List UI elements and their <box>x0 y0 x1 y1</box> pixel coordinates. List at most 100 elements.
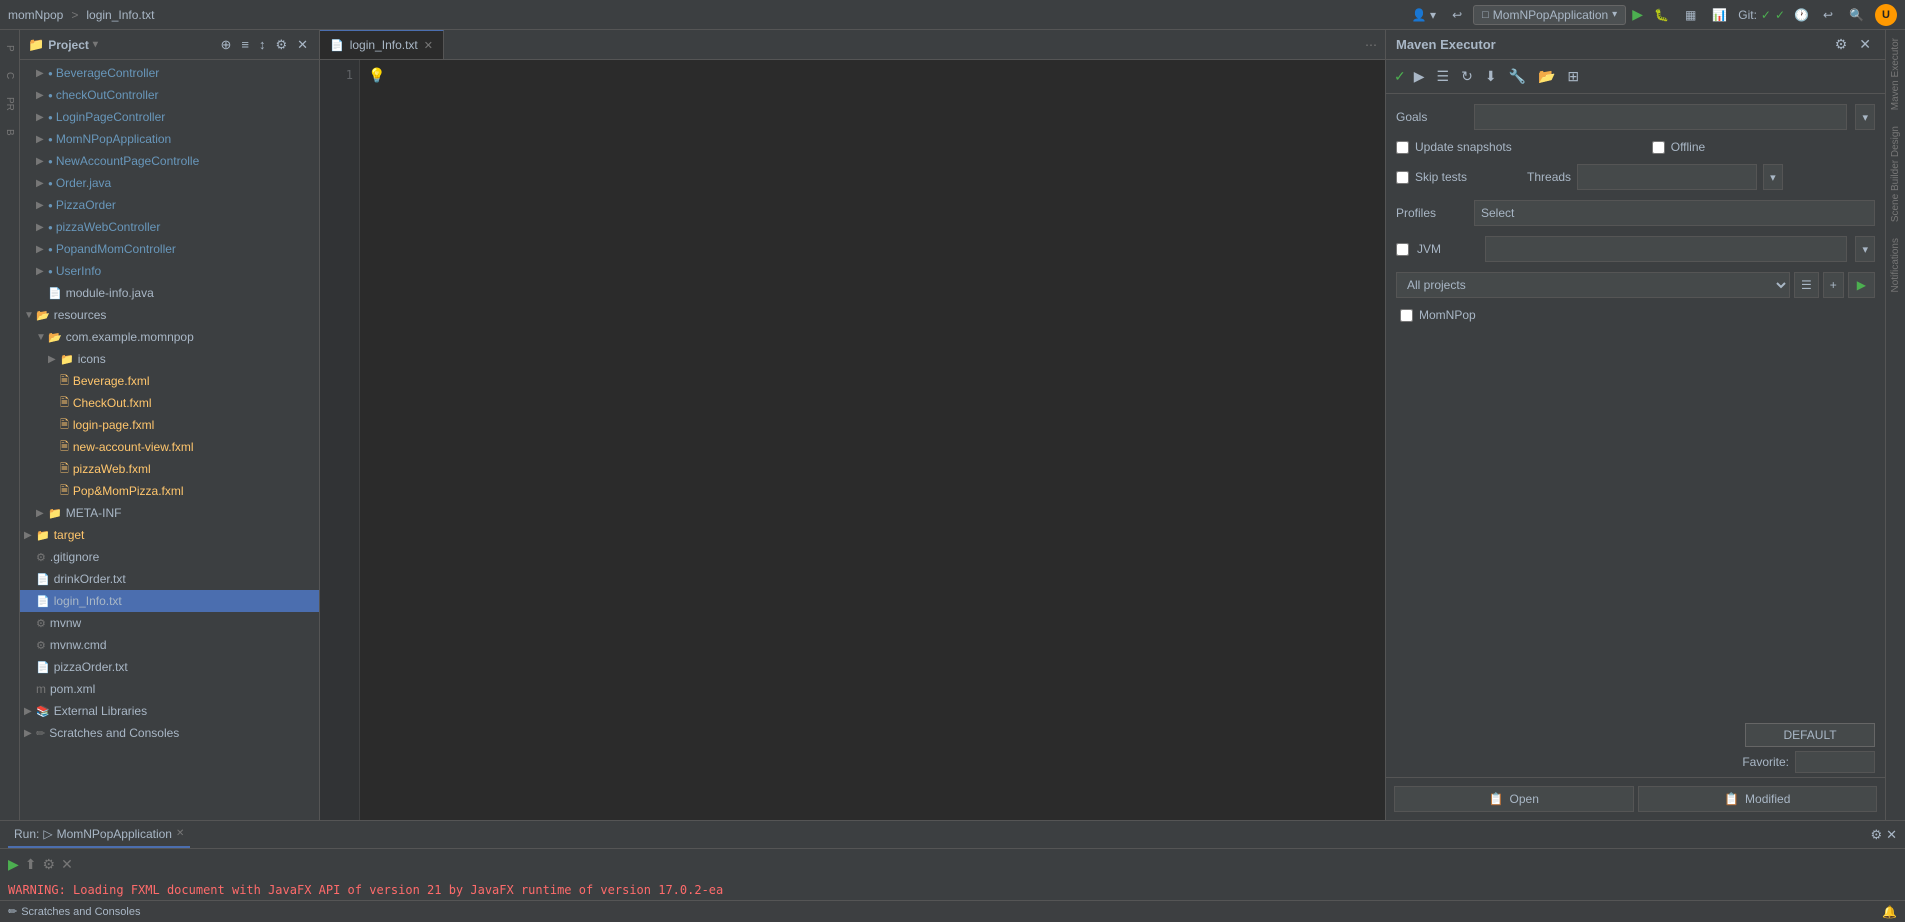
tree-item-pomxml[interactable]: m pom.xml <box>20 678 319 700</box>
tree-item-momnpopapp[interactable]: ▶ ● MomNPopApplication <box>20 128 319 150</box>
run-tab[interactable]: Run: ▷ MomNPopApplication ✕ <box>8 821 190 848</box>
bottom-close-btn[interactable]: ✕ <box>1886 827 1897 843</box>
maven-close-btn[interactable]: ✕ <box>1855 34 1875 55</box>
goals-dropdown-btn[interactable]: ▾ <box>1855 104 1875 130</box>
close-tab-btn[interactable]: ✕ <box>424 39 433 52</box>
tree-item-drinkorder[interactable]: 📄 drinkOrder.txt <box>20 568 319 590</box>
tree-item-pizzaweb[interactable]: ▶ ● pizzaWebController <box>20 216 319 238</box>
favorite-input[interactable] <box>1795 751 1875 773</box>
maven-download-btn[interactable]: ⬇ <box>1481 66 1501 87</box>
tree-item-icons[interactable]: ▶ 📁 icons <box>20 348 319 370</box>
status-file-icon-item: 🔔 <box>1882 905 1897 919</box>
git-clock-btn[interactable]: 🕐 <box>1789 6 1814 24</box>
run-tab-close[interactable]: ✕ <box>176 828 184 839</box>
open-btn[interactable]: 📋 Open <box>1394 786 1634 812</box>
default-btn[interactable]: DEFAULT <box>1745 723 1875 747</box>
tree-item-mvnw[interactable]: ⚙ mvnw <box>20 612 319 634</box>
jvm-dropdown-btn[interactable]: ▾ <box>1855 236 1875 262</box>
tree-item-logininfo[interactable]: 📄 login_Info.txt <box>20 590 319 612</box>
tree-item-popmom-fxml[interactable]: 🗎 Pop&MomPizza.fxml <box>20 480 319 502</box>
tree-item-extlibs[interactable]: ▶ 📚 External Libraries <box>20 700 319 722</box>
left-icon-pullreq[interactable]: PR <box>1 90 19 118</box>
tree-item-popandmom[interactable]: ▶ ● PopandMomController <box>20 238 319 260</box>
run-stop-btn[interactable]: ⬆ <box>25 856 37 873</box>
tree-item-userinfo[interactable]: ▶ ● UserInfo <box>20 260 319 282</box>
maven-grid-btn[interactable]: ⊞ <box>1563 66 1583 87</box>
arrow-btn[interactable]: ↩ <box>1447 6 1467 24</box>
tree-item-metainf[interactable]: ▶ 📁 META-INF <box>20 502 319 524</box>
tree-item-beverage[interactable]: ▶ ● BeverageController <box>20 62 319 84</box>
avatar[interactable]: U <box>1875 4 1897 26</box>
maven-design-label[interactable]: Scene Builder Design <box>1888 118 1903 230</box>
maven-refresh-btn[interactable]: ↻ <box>1457 66 1477 87</box>
skip-tests-checkbox[interactable] <box>1396 171 1409 184</box>
tree-item-newaccount-fxml[interactable]: 🗎 new-account-view.fxml <box>20 436 319 458</box>
tree-item-comexample[interactable]: ▼ 📂 com.example.momnpop <box>20 326 319 348</box>
notifications-label[interactable]: Notifications <box>1888 230 1903 300</box>
threads-input[interactable] <box>1577 164 1757 190</box>
left-icon-bookmark[interactable]: B <box>1 118 19 146</box>
maven-wrench-btn[interactable]: 🔧 <box>1505 66 1530 87</box>
all-projects-select[interactable]: All projects <box>1396 272 1790 298</box>
tree-item-checkout-fxml[interactable]: 🗎 CheckOut.fxml <box>20 392 319 414</box>
tree-item-loginpage[interactable]: ▶ ● LoginPageController <box>20 106 319 128</box>
run-close-right-btn[interactable]: ✕ <box>61 856 73 873</box>
editor-more-btn[interactable]: ⋯ <box>1357 38 1385 52</box>
editor-tab-logininfo[interactable]: 📄 login_Info.txt ✕ <box>320 30 444 59</box>
jvm-checkbox[interactable] <box>1396 243 1409 256</box>
goals-input[interactable] <box>1474 104 1847 130</box>
git-undo-btn[interactable]: ↩ <box>1818 6 1838 24</box>
coverage-btn[interactable]: ▦ <box>1680 6 1701 24</box>
maven-lifecycle-btn[interactable]: ☰ <box>1433 66 1454 87</box>
jvm-input[interactable] <box>1485 236 1847 262</box>
maven-open-btn[interactable]: 📂 <box>1534 66 1559 87</box>
modified-btn[interactable]: 📋 Modified <box>1638 786 1878 812</box>
settings-btn[interactable]: ⚙ <box>272 36 290 54</box>
tree-item-mvnwcmd[interactable]: ⚙ mvnw.cmd <box>20 634 319 656</box>
tree-item-resources[interactable]: ▼ 📂 resources <box>20 304 319 326</box>
tree-item-checkout[interactable]: ▶ ● checkOutController <box>20 84 319 106</box>
run-button[interactable]: ▶ <box>1632 6 1643 23</box>
tree-item-pizzaweb-fxml[interactable]: 🗎 pizzaWeb.fxml <box>20 458 319 480</box>
left-icon-commit[interactable]: C <box>1 62 19 90</box>
tree-item-gitignore[interactable]: ⚙ .gitignore <box>20 546 319 568</box>
profiles-select[interactable]: Select <box>1474 200 1875 226</box>
sort-btn[interactable]: ↕ <box>256 36 269 54</box>
run-green-btn[interactable]: ▶ <box>8 856 19 873</box>
locate-btn[interactable]: ⊕ <box>217 36 234 54</box>
tree-item-scratches[interactable]: ▶ ✏ Scratches and Consoles <box>20 722 319 744</box>
threads-dropdown-btn[interactable]: ▾ <box>1763 164 1783 190</box>
projects-add-btn[interactable]: + <box>1823 272 1844 298</box>
update-snapshots-checkbox[interactable] <box>1396 141 1409 154</box>
tree-item-pizzaorder-txt[interactable]: 📄 pizzaOrder.txt <box>20 656 319 678</box>
profiler-btn[interactable]: 📊 <box>1707 6 1732 24</box>
tree-item-moduleinfo[interactable]: 📄 module-info.java <box>20 282 319 304</box>
debug-btn[interactable]: 🐛 <box>1649 6 1674 24</box>
run-settings-btn[interactable]: ⚙ <box>43 856 56 873</box>
offline-checkbox[interactable] <box>1652 141 1665 154</box>
skip-tests-item[interactable]: Skip tests <box>1396 170 1467 184</box>
profile-btn[interactable]: 👤 ▾ <box>1407 6 1441 24</box>
lightbulb-icon[interactable]: 💡 <box>368 68 385 84</box>
left-icon-project[interactable]: P <box>1 34 19 62</box>
tree-item-orderjava[interactable]: ▶ ● Order.java <box>20 172 319 194</box>
bottom-settings-btn[interactable]: ⚙ <box>1870 827 1882 843</box>
projects-run-btn[interactable]: ▶ <box>1848 272 1875 298</box>
tree-item-target[interactable]: ▶ 📁 target <box>20 524 319 546</box>
maven-executor-label[interactable]: Maven Executor <box>1888 30 1903 118</box>
tree-item-loginpage-fxml[interactable]: 🗎 login-page.fxml <box>20 414 319 436</box>
tree-item-newaccount[interactable]: ▶ ● NewAccountPageControlle <box>20 150 319 172</box>
search-btn[interactable]: 🔍 <box>1844 6 1869 24</box>
run-config-selector[interactable]: □ MomNPopApplication ▾ <box>1473 5 1626 25</box>
tree-item-beverage-fxml[interactable]: 🗎 Beverage.fxml <box>20 370 319 392</box>
projects-filter-btn[interactable]: ☰ <box>1794 272 1819 298</box>
tree-item-pizzaorder[interactable]: ▶ ● PizzaOrder <box>20 194 319 216</box>
momnpop-checkbox[interactable] <box>1400 309 1413 322</box>
code-area[interactable]: 💡 <box>360 60 1385 820</box>
maven-run-btn[interactable]: ▶ <box>1410 66 1429 87</box>
offline-item[interactable]: Offline <box>1652 140 1705 154</box>
collapse-btn[interactable]: ≡ <box>238 36 252 54</box>
update-snapshots-item[interactable]: Update snapshots <box>1396 140 1512 154</box>
maven-settings-btn[interactable]: ⚙ <box>1831 34 1852 55</box>
close-panel-btn[interactable]: ✕ <box>294 36 311 54</box>
